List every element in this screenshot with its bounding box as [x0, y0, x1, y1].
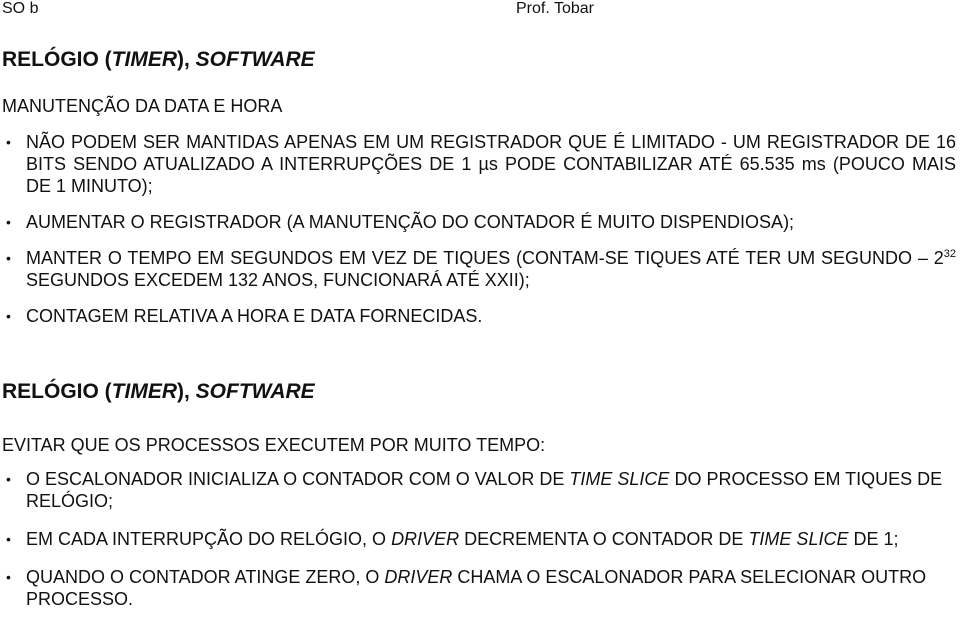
header-author: Prof. Tobar: [516, 0, 594, 17]
list-item: • O ESCALONADOR INICIALIZA O CONTADOR CO…: [0, 468, 956, 512]
section2-subheading: EVITAR QUE OS PROCESSOS EXECUTEM POR MUI…: [2, 435, 546, 455]
title-italic-timer: TIMER: [111, 48, 177, 71]
title-italic-timer: TIMER: [111, 380, 177, 403]
title-text: RELÓGIO (: [2, 48, 112, 71]
bullet-icon: •: [6, 214, 11, 230]
section1-title: RELÓGIO (TIMER), SOFTWARE: [2, 48, 315, 72]
header-course: SO b: [2, 0, 39, 17]
italic-term: TIME SLICE: [569, 469, 670, 489]
list-item-text: AUMENTAR O REGISTRADOR (A MANUTENÇÃO DO …: [26, 212, 795, 232]
bullet-icon: •: [6, 250, 11, 266]
list-item: • MANTER O TEMPO EM SEGUNDOS EM VEZ DE T…: [0, 247, 956, 291]
italic-term: DRIVER: [384, 567, 453, 587]
section1-subheading: MANUTENÇÃO DA DATA E HORA: [2, 96, 283, 116]
bullet-icon: •: [6, 134, 11, 150]
bullet-icon: •: [6, 531, 11, 547]
bullet-icon: •: [6, 308, 11, 324]
title-text: ),: [177, 380, 196, 403]
exponent: 32: [943, 248, 956, 260]
list-item: • QUANDO O CONTADOR ATINGE ZERO, O DRIVE…: [0, 566, 956, 610]
section1-bullet-list: • NÃO PODEM SER MANTIDAS APENAS EM UM RE…: [0, 131, 956, 341]
title-italic-software: SOFTWARE: [195, 380, 315, 403]
list-item: • EM CADA INTERRUPÇÃO DO RELÓGIO, O DRIV…: [0, 528, 956, 550]
list-item-text: DE 1;: [848, 529, 899, 549]
title-text: RELÓGIO (: [2, 380, 112, 403]
bullet-icon: •: [6, 569, 11, 585]
list-item: • NÃO PODEM SER MANTIDAS APENAS EM UM RE…: [0, 131, 956, 197]
list-item-text: O ESCALONADOR INICIALIZA O CONTADOR COM …: [26, 469, 570, 489]
italic-term: TIME SLICE: [748, 529, 849, 549]
italic-term: DRIVER: [391, 529, 460, 549]
bullet-icon: •: [6, 471, 11, 487]
list-item-text: EM CADA INTERRUPÇÃO DO RELÓGIO, O: [26, 529, 392, 549]
list-item-text: MANTER O TEMPO EM SEGUNDOS EM VEZ DE TIQ…: [26, 248, 944, 268]
section2-bullet-list: • O ESCALONADOR INICIALIZA O CONTADOR CO…: [0, 468, 956, 624]
list-item-text: NÃO PODEM SER MANTIDAS APENAS EM UM REGI…: [26, 132, 956, 196]
list-item-text: DECREMENTA O CONTADOR DE: [459, 529, 749, 549]
list-item: • CONTAGEM RELATIVA A HORA E DATA FORNEC…: [0, 305, 956, 327]
list-item-text: CONTAGEM RELATIVA A HORA E DATA FORNECID…: [26, 306, 483, 326]
title-text: ),: [177, 48, 196, 71]
section2-title: RELÓGIO (TIMER), SOFTWARE: [2, 380, 315, 404]
list-item: • AUMENTAR O REGISTRADOR (A MANUTENÇÃO D…: [0, 211, 956, 233]
title-italic-software: SOFTWARE: [195, 48, 315, 71]
list-item-text: QUANDO O CONTADOR ATINGE ZERO, O: [26, 567, 385, 587]
list-item-text: SEGUNDOS EXCEDEM 132 ANOS, FUNCIONARÁ AT…: [26, 270, 530, 290]
